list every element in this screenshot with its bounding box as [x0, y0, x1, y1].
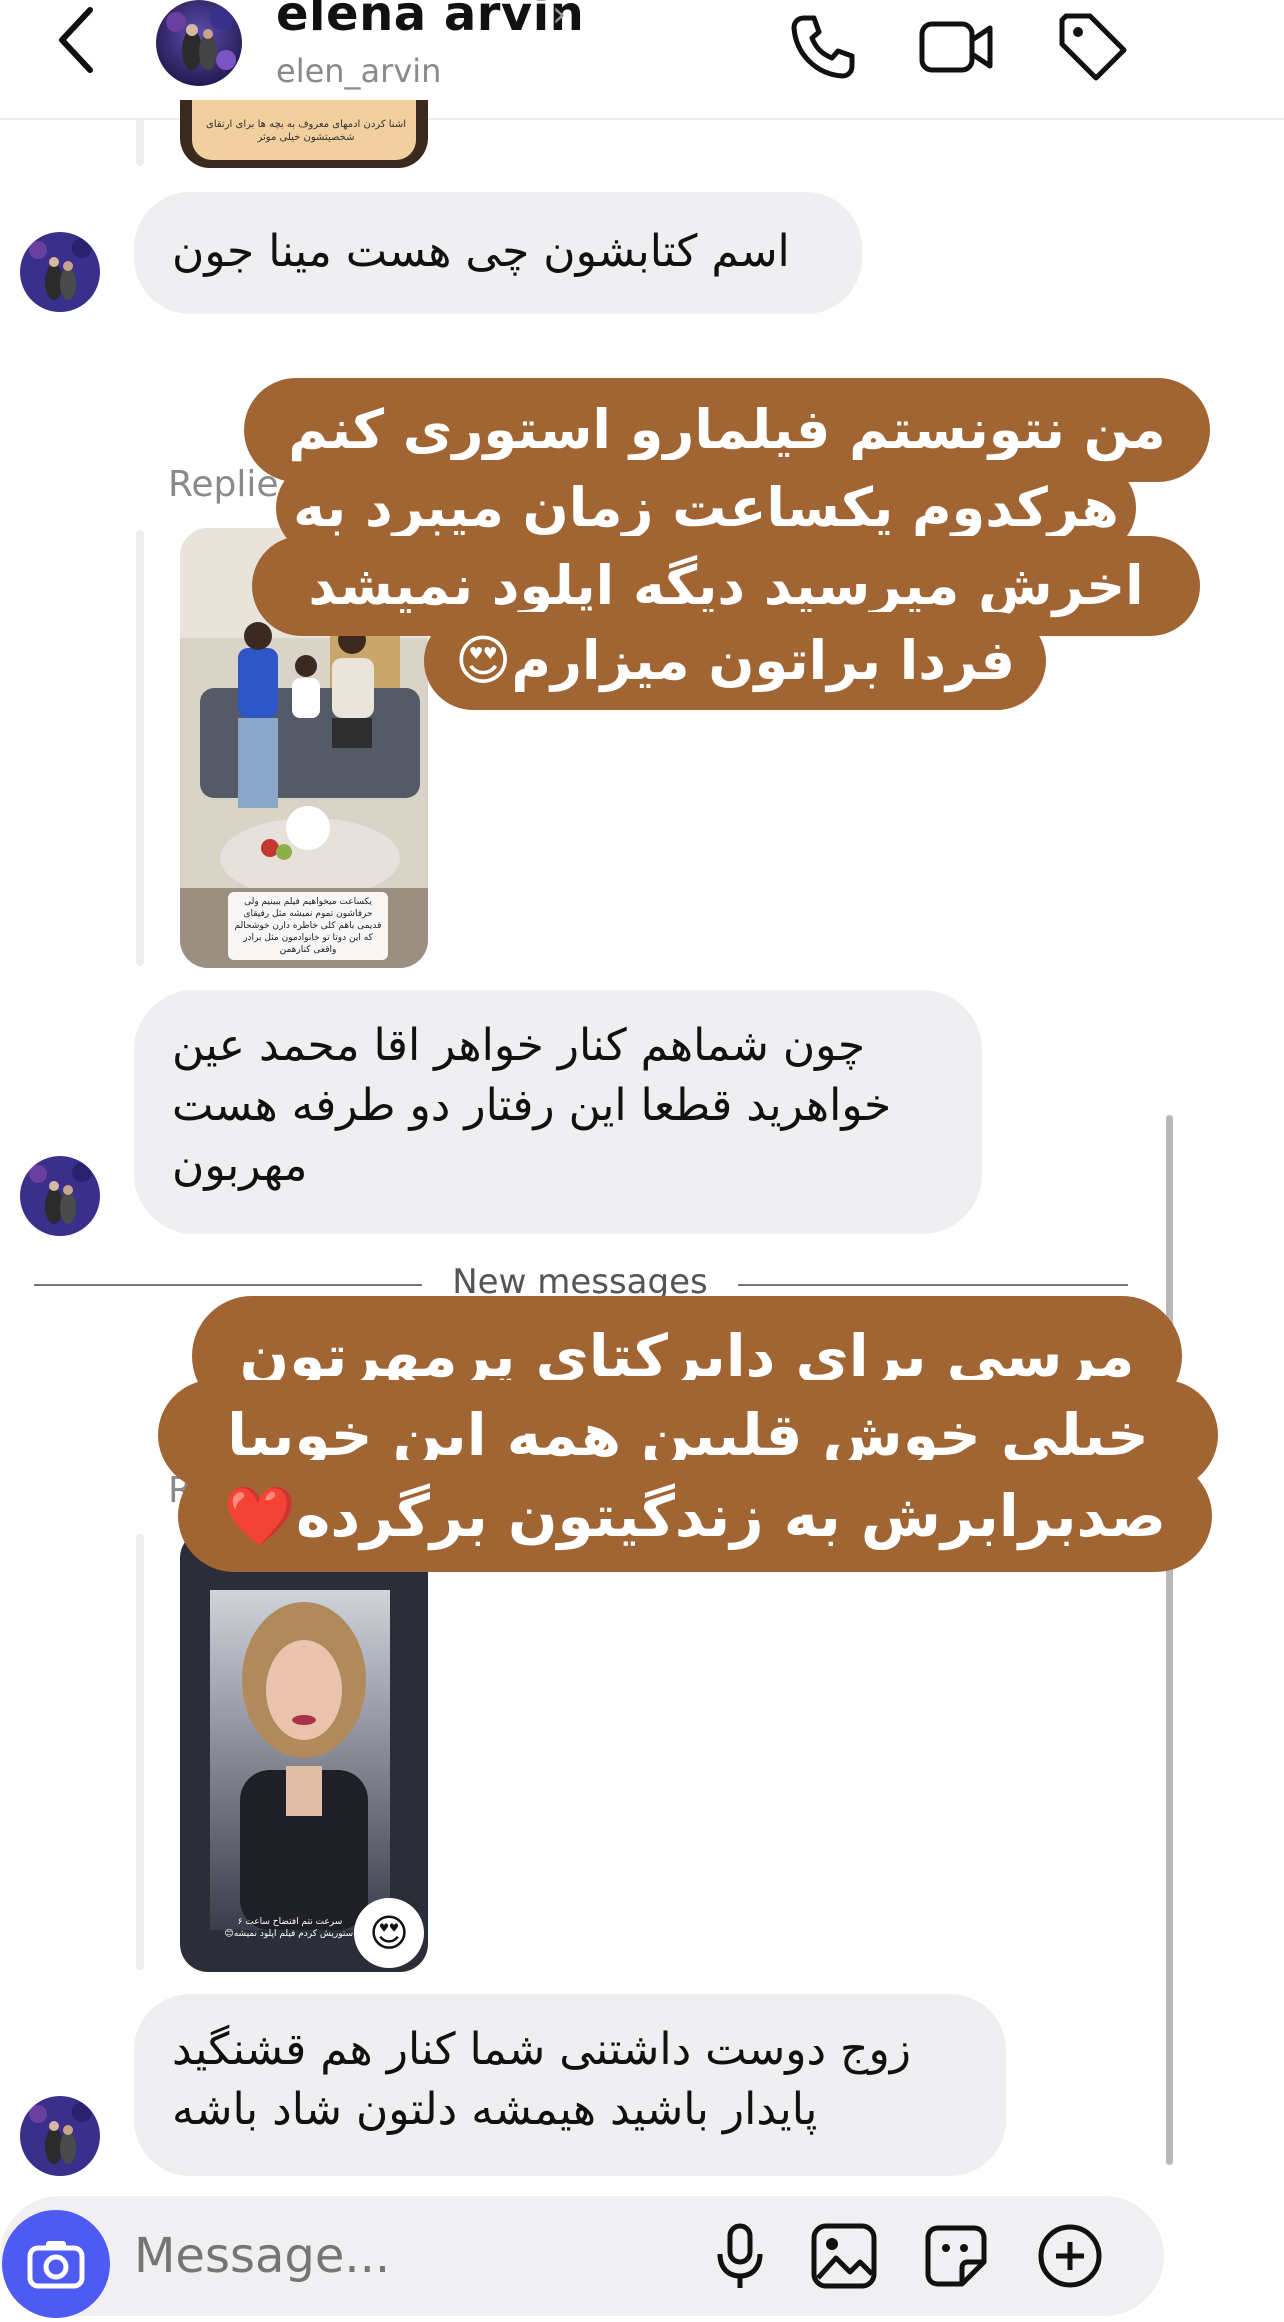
microphone-icon [717, 2223, 763, 2288]
more-options-button[interactable] [1036, 2222, 1104, 2290]
camera-button[interactable] [2, 2210, 110, 2318]
chevron-right-icon[interactable]: › [552, 0, 566, 35]
story-caption: سرعت نتم افتضاح ساعت ۶ استوریش کردم فیلم… [224, 1917, 356, 1939]
overlay-text-line: صدبرابرش به زندگیتون برگرده❤️ [178, 1460, 1212, 1572]
divider [34, 1284, 422, 1286]
reply-bar [136, 1534, 144, 1970]
sticker-icon [925, 2225, 987, 2287]
message-bubble[interactable]: چون شماهم کنار خواهر اقا محمد عین خواهری… [134, 990, 982, 1234]
tag-button[interactable] [1052, 6, 1132, 86]
story-thumbnail[interactable]: اشنا کردن ادمهای معروف به بچه ها برای ار… [180, 100, 428, 168]
divider [738, 1284, 1128, 1286]
avatar [20, 232, 100, 312]
tag-icon [1059, 13, 1127, 81]
contact-username: elen_arvin [276, 52, 442, 90]
sticker-button[interactable] [922, 2222, 990, 2290]
overlay-text-line: فردا براتون میزارم😍 [424, 612, 1046, 710]
story-caption: اشنا کردن ادمهای معروف به بچه ها برای ار… [206, 119, 406, 143]
header-avatar[interactable] [156, 0, 242, 86]
phone-icon [791, 15, 855, 79]
video-camera-icon [919, 21, 993, 73]
audio-call-button[interactable] [782, 6, 862, 86]
back-button[interactable] [44, 0, 114, 80]
gallery-button[interactable] [810, 2222, 878, 2290]
message-bubble[interactable]: اسم کتابشون چی هست مینا جون [134, 192, 862, 314]
contact-name[interactable]: elena arvin [276, 0, 584, 42]
story-thumbnail[interactable]: سرعت نتم افتضاح ساعت ۶ استوریش کردم فیلم… [180, 1530, 428, 1972]
story-caption: یکساعت میخواهیم فیلم ببینیم ولی حرفاشون … [228, 892, 388, 960]
avatar [20, 1156, 100, 1236]
reply-bar [136, 530, 144, 966]
voice-message-button[interactable] [706, 2222, 774, 2290]
reply-bar [136, 118, 144, 166]
reaction-badge[interactable]: 😍 [354, 1898, 424, 1968]
message-bubble[interactable]: زوج دوست داشتنی شما کنار هم قشنگید پایدا… [134, 1994, 1006, 2176]
scrollbar[interactable] [1166, 1115, 1173, 2165]
back-icon [59, 7, 93, 73]
avatar [20, 2096, 100, 2176]
video-call-button[interactable] [916, 6, 996, 86]
message-input[interactable] [134, 2228, 654, 2284]
image-icon [811, 2223, 877, 2289]
plus-circle-icon [1038, 2224, 1102, 2288]
camera-icon [27, 2241, 85, 2289]
